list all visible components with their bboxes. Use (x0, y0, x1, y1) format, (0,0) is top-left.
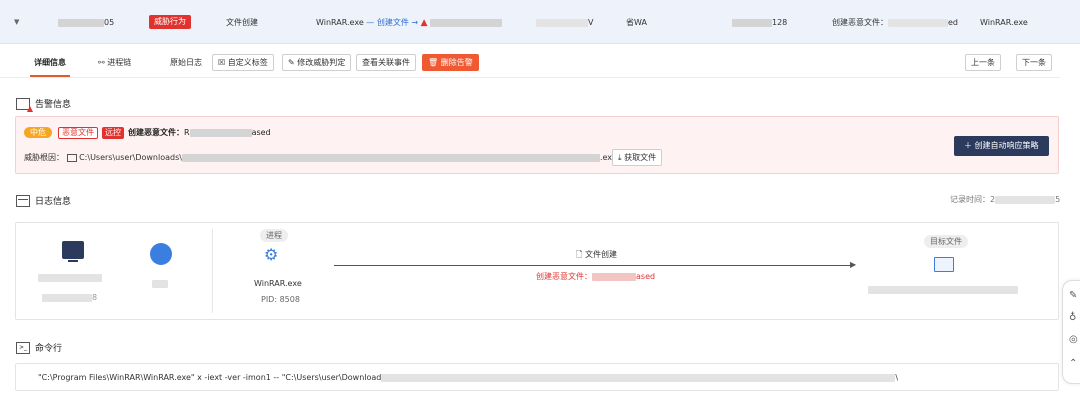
process-name: WinRAR.exe (254, 279, 302, 288)
tab-details[interactable]: 详细信息 (30, 58, 70, 77)
cmd-section-title: 命令行 (35, 344, 63, 354)
target-file-chip: 目标文件 (924, 235, 968, 248)
arrow-head-icon: ▶ (850, 260, 857, 269)
threat-cause: 威胁根因： C:\Users\user\Downloads\ .exe (24, 153, 617, 162)
command-line: "C:\Program Files\WinRAR\WinRAR.exe" x -… (38, 373, 899, 382)
cmd-box: "C:\Program Files\WinRAR\WinRAR.exe" x -… (15, 363, 1059, 391)
event-ip: 128 (732, 18, 787, 27)
bulb-icon[interactable]: ♁ (1069, 313, 1076, 323)
cmd-section-header: >_ 命令行 (16, 341, 62, 354)
plus-icon: ＋ (964, 141, 972, 150)
prev-button[interactable]: 上一条 (965, 54, 1001, 71)
event-row[interactable]: ▼ 05 威胁行为 文件创建 WinRAR.exe — 创建文件 → ▲ V 省… (0, 0, 1080, 44)
event-type: 文件创建 (226, 18, 258, 27)
modify-threat-button[interactable]: ✎ 修改威胁判定 (282, 54, 352, 71)
user-name (152, 279, 168, 288)
folder-icon (66, 153, 77, 162)
fetch-file-button[interactable]: ⤓ 获取文件 (612, 149, 663, 166)
delete-alert-button[interactable]: 🗑 删除告警 (422, 54, 479, 71)
edit-icon[interactable]: ✎ (1069, 291, 1077, 301)
alert-title: 创建恶意文件：R ased (128, 128, 271, 137)
process-gear-icon: ⚙ (264, 245, 279, 264)
tab-raw-log[interactable]: 原始日志 (170, 58, 202, 68)
tab-process-chain[interactable]: ⚯ 进程链 (98, 58, 131, 68)
remote-badge: 远控 (102, 127, 124, 139)
event-v: V (536, 18, 593, 27)
terminal-icon: >_ (16, 341, 30, 354)
chevron-down-icon[interactable]: ▼ (14, 18, 19, 27)
warning-icon: ▲ (420, 18, 428, 28)
alert-monitor-icon: ▲ (16, 97, 33, 113)
log-flow-box: 8 进程 ⚙ WinRAR.exe PID: 8508 ▶ 🗋 文件创建 创建恶… (15, 222, 1059, 320)
divider (212, 229, 213, 313)
pencil-icon: ✎ (288, 58, 295, 67)
tag-icon: ☒ (218, 58, 226, 67)
download-icon: ⤓ (618, 153, 622, 162)
ins-icon[interactable]: ◎ (1069, 335, 1078, 345)
next-button[interactable]: 下一条 (1016, 54, 1052, 71)
user-icon (150, 243, 172, 265)
target-file-path (868, 285, 1018, 294)
floating-toolbar: ✎ ♁ ◎ ⌃ (1062, 280, 1080, 384)
custom-tag-button[interactable]: ☒ 自定义标签 (212, 54, 274, 71)
detail-toolbar: 详细信息 ⚯ 进程链 原始日志 ☒ 自定义标签 ✎ 修改威胁判定 查看关联事件 … (0, 48, 1060, 78)
log-section-title: 日志信息 (35, 197, 72, 207)
folder-icon (934, 257, 954, 272)
create-auto-response-button[interactable]: ＋ 创建自动响应策略 (954, 136, 1049, 156)
flow-action-detail: 创建恶意文件： ased (536, 272, 656, 281)
file-create-icon: 🗋 (576, 250, 583, 259)
alert-section-header: ▲ 告警信息 (16, 97, 72, 113)
host-name (38, 273, 102, 282)
flow-arrow-line (334, 265, 854, 266)
event-province: 省WA (626, 18, 647, 27)
severity-badge: 中危 (24, 127, 52, 138)
event-created-file: 创建恶意文件： ed (832, 18, 958, 27)
chevron-up-icon[interactable]: ⌃ (1069, 359, 1077, 369)
related-events-button[interactable]: 查看关联事件 (356, 54, 416, 71)
event-id: 05 (58, 18, 114, 27)
event-flow: WinRAR.exe — 创建文件 → ▲ (316, 18, 503, 28)
host-ip: 8 (42, 293, 97, 302)
computer-stand-icon (68, 260, 78, 262)
process-chip: 进程 (260, 229, 288, 242)
process-pid: PID: 8508 (261, 295, 300, 304)
alert-box: 中危 恶意文件 远控 创建恶意文件：R ased 威胁根因： C:\Users\u… (15, 116, 1059, 174)
type-badge: 恶意文件 (58, 127, 98, 139)
record-time: 记录时间：2 5 (950, 195, 1061, 204)
event-process: WinRAR.exe (980, 18, 1028, 27)
trash-icon: 🗑 (428, 58, 439, 67)
flow-action: 🗋 文件创建 (576, 250, 617, 259)
log-window-icon (16, 194, 30, 207)
threat-tag: 威胁行为 (149, 15, 191, 29)
computer-icon (62, 241, 84, 259)
process-chain-icon: ⚯ (98, 58, 105, 67)
alert-section-title: 告警信息 (35, 100, 72, 110)
log-section-header: 日志信息 (16, 194, 71, 207)
